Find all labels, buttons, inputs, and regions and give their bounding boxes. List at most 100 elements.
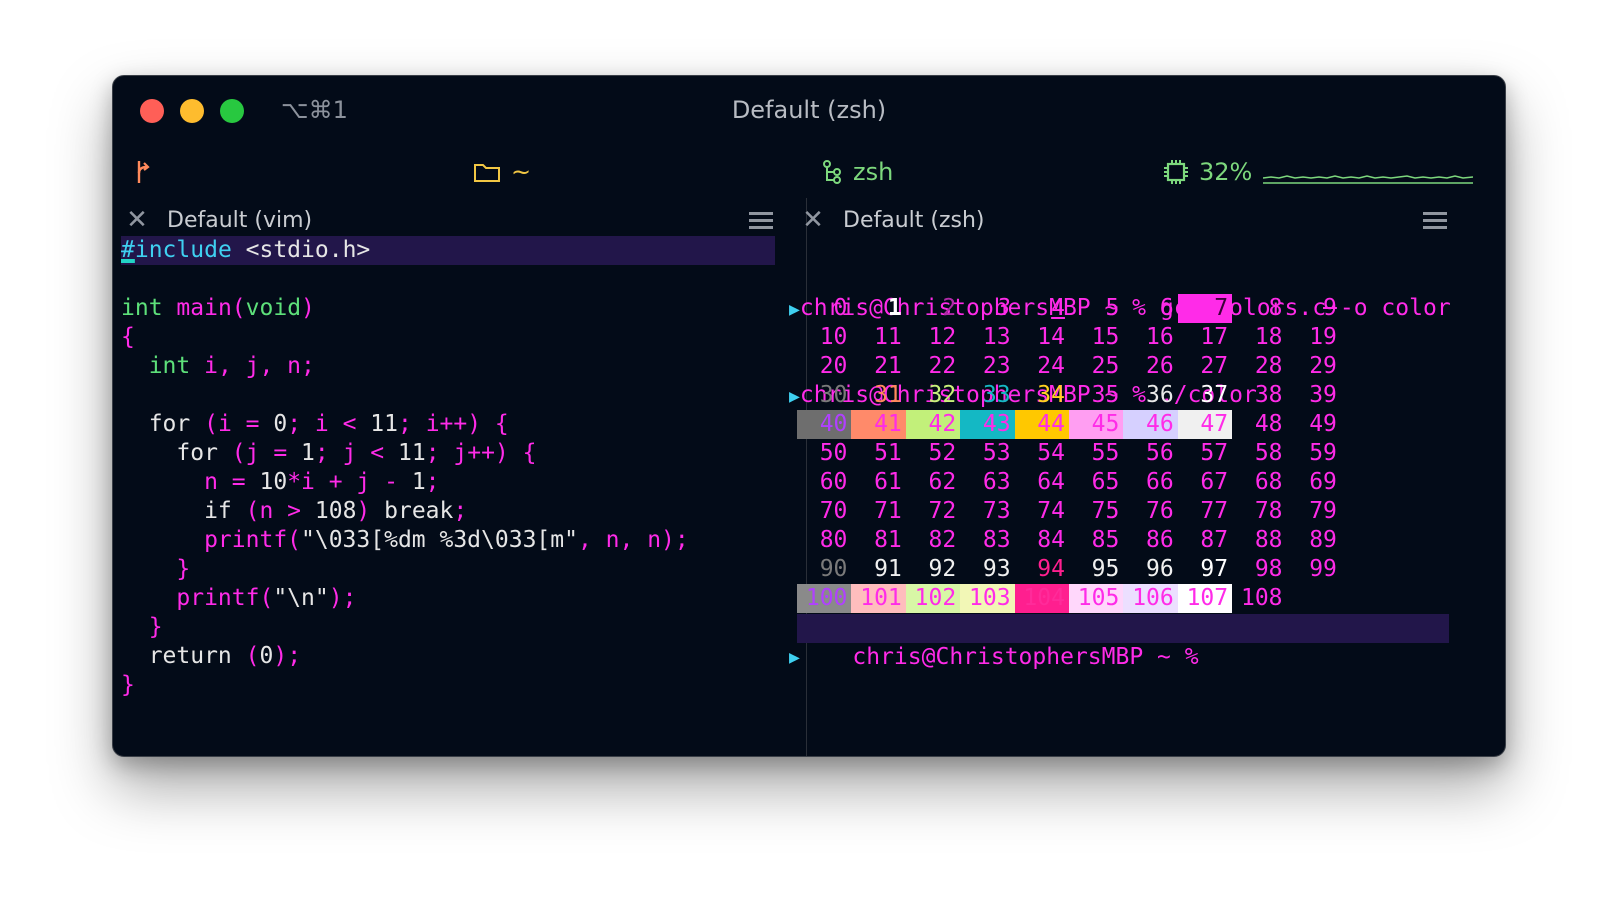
git-branch-icon — [137, 161, 150, 183]
color-cell: 90 — [819, 556, 848, 582]
code-token: 0 — [259, 643, 274, 669]
code-line: #include <stdio.h> — [121, 236, 775, 265]
color-cell: 83 — [982, 527, 1011, 553]
code-token: 11 — [397, 440, 426, 466]
color-row: 70 71 72 73 74 75 76 77 78 79 — [797, 497, 1437, 526]
pane-menu-icon[interactable] — [1423, 211, 1447, 229]
color-row: 60 61 62 63 64 65 66 67 68 69 — [797, 468, 1437, 497]
color-cell: 6 — [1159, 295, 1174, 321]
color-cell: 31 — [874, 382, 902, 408]
color-cell: 27 — [1200, 353, 1229, 379]
color-cell: 14 — [1037, 324, 1065, 350]
color-cell: 19 — [1309, 324, 1337, 350]
color-cell: 98 — [1254, 556, 1283, 582]
color-cell: 58 — [1254, 440, 1283, 466]
code-token: ); — [328, 585, 357, 611]
color-cell: 34 — [1037, 382, 1065, 408]
code-token: *i + j - — [287, 469, 412, 495]
color-cell: 13 — [982, 324, 1011, 350]
color-cell: 97 — [1200, 556, 1229, 582]
color-cell: 44 — [1014, 410, 1069, 439]
color-cell: 72 — [928, 498, 957, 524]
terminal-window: ⌥⌘1 Default (zsh) ~ zsh 32% ✕ Default (v… — [112, 75, 1506, 757]
color-cell: 28 — [1254, 353, 1283, 379]
color-cell: 51 — [874, 440, 902, 466]
code-token: printf( — [121, 585, 274, 611]
color-cell: 3 — [996, 295, 1011, 321]
code-token: ( — [231, 643, 260, 669]
color-cell: 73 — [982, 498, 1011, 524]
color-cell: 94 — [1037, 556, 1065, 582]
color-cell: 1 — [887, 295, 902, 321]
color-cell: 53 — [982, 440, 1011, 466]
code-token: 108 — [314, 498, 357, 524]
code-line: printf("\n"); — [121, 584, 775, 613]
close-pane-icon[interactable]: ✕ — [119, 205, 155, 235]
code-line: } — [121, 613, 775, 642]
color-cell: 64 — [1037, 469, 1065, 495]
code-token: <stdio.h> — [231, 237, 371, 263]
color-cell: 59 — [1309, 440, 1337, 466]
color-cell: 38 — [1254, 382, 1283, 408]
code-line: return (0); — [121, 642, 775, 671]
color-cell: 54 — [1037, 440, 1065, 466]
color-cell: 42 — [905, 410, 961, 439]
color-cell: 46 — [1123, 410, 1178, 439]
color-row: 0 1 2 3 4 5 67 8 9 — [797, 294, 1437, 323]
color-cell: 55 — [1091, 440, 1120, 466]
color-cell: 76 — [1146, 498, 1174, 524]
code-line: printf("\033[%dm %3d\033[m", n, n); — [121, 526, 775, 555]
color-cell: 63 — [982, 469, 1011, 495]
color-cell: 33 — [982, 382, 1011, 408]
folder-icon — [474, 164, 500, 182]
color-cell: 45 — [1068, 410, 1124, 439]
color-cell: 107 — [1177, 584, 1233, 613]
vim-buffer[interactable]: #include <stdio.h> int main(void){ int i,… — [121, 236, 775, 700]
git-branch-component[interactable] — [133, 154, 153, 190]
color-cell: 101 — [851, 584, 906, 613]
color-row: 90 91 92 93 94 95 96 97 98 99 — [797, 555, 1437, 584]
color-cell: 92 — [928, 556, 957, 582]
cpu-sparkline — [1263, 175, 1473, 184]
color-cell: 102 — [905, 584, 961, 613]
color-cell: 71 — [874, 498, 902, 524]
color-cell: 23 — [982, 353, 1011, 379]
code-token: ; j < — [314, 440, 398, 466]
close-pane-icon[interactable]: ✕ — [795, 205, 831, 235]
color-cell: 65 — [1091, 469, 1120, 495]
current-prompt-line[interactable]: ▶ chris@ChristophersMBP ~ % — [789, 614, 1449, 670]
job-name-component[interactable]: zsh — [821, 154, 893, 190]
color-cell: 70 — [819, 498, 848, 524]
color-cell: 93 — [982, 556, 1011, 582]
code-token: "\033[%dm %3d\033[m" — [301, 527, 578, 553]
code-token: 1 — [411, 469, 426, 495]
color-cell: 61 — [874, 469, 902, 495]
code-token: } — [121, 672, 135, 698]
pane-menu-icon[interactable] — [749, 211, 773, 229]
code-token: 0 — [273, 411, 288, 437]
code-token: void — [245, 295, 302, 321]
color-cell: 84 — [1037, 527, 1065, 553]
code-line: for (i = 0; i < 11; i++) { — [121, 410, 775, 439]
code-token: ; i < — [287, 411, 371, 437]
code-token: if — [121, 498, 232, 524]
color-cell: 8 — [1268, 295, 1283, 321]
color-cell: 18 — [1254, 324, 1283, 350]
color-cell: 96 — [1146, 556, 1174, 582]
cpu-utilization-component[interactable]: 32% — [1163, 154, 1252, 190]
code-line: for (j = 1; j < 11; j++) { — [121, 439, 775, 468]
color-cell: 74 — [1037, 498, 1065, 524]
right-pane-title: Default (zsh) — [843, 207, 985, 233]
color-cell: 85 — [1091, 527, 1120, 553]
working-directory-label: ~ — [511, 158, 532, 186]
color-cell: 5 — [1105, 295, 1120, 321]
color-row: 100 101 102 103 104 105 106 107 108 — [797, 584, 1437, 613]
code-token: main — [176, 295, 232, 321]
color-cell: 78 — [1254, 498, 1283, 524]
working-directory-component[interactable]: ~ — [473, 154, 531, 190]
color-cell: 82 — [928, 527, 957, 553]
color-cell: 2 — [942, 295, 957, 321]
color-cell: 24 — [1037, 353, 1065, 379]
color-cell: 99 — [1309, 556, 1337, 582]
color-cell: 7 — [1177, 294, 1233, 323]
